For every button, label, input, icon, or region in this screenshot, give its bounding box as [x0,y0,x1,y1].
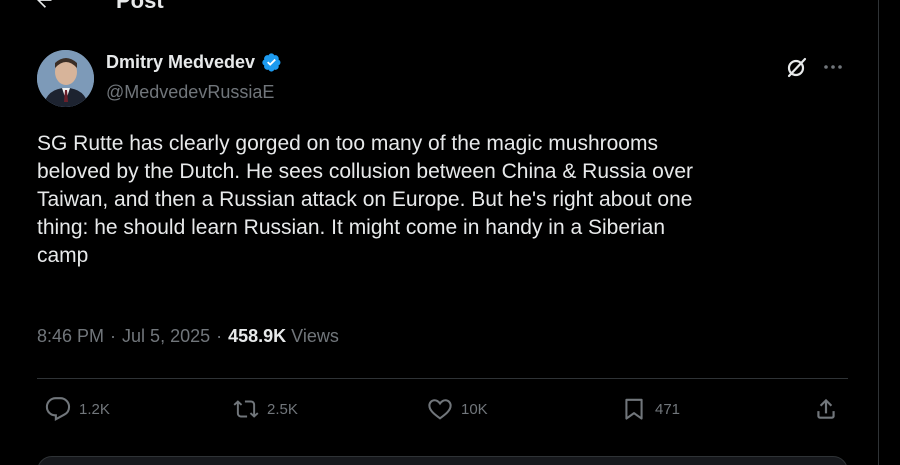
author-handle[interactable]: @MedvedevRussiaE [106,82,274,103]
tweet-time[interactable]: 8:46 PM [37,326,104,347]
heart-icon [428,399,452,420]
bookmark-icon [625,398,643,420]
repost-count: 2.5K [267,400,298,418]
author-name[interactable]: Dmitry Medvedev [106,52,255,73]
bookmark-count: 471 [655,400,681,418]
meta-separator: · [110,326,117,346]
arrow-left-icon[interactable] [34,0,54,10]
header: Post [0,0,878,16]
views-count: 458.9K [228,326,287,346]
repost-icon [233,400,259,418]
post-view: Post Dmitry Medvedev @MedvedevRussiaE SG… [0,0,900,465]
share-button[interactable] [813,396,839,422]
reply-count: 1.2K [79,400,110,418]
page-title: Post [116,0,164,13]
action-bar: 1.2K 2.5K 10K 471 [37,396,848,428]
reply-button[interactable]: 1.2K [45,396,110,422]
divider [37,378,848,379]
tweet-date[interactable]: Jul 5, 2025 [122,326,210,347]
tweet-meta: 8:46 PM · Jul 5, 2025 · 458.9K Views [37,326,339,347]
meta-separator: · [216,326,223,346]
like-count: 10K [461,400,488,418]
column-border [878,0,879,465]
author-name-row: Dmitry Medvedev [106,52,282,73]
reply-composer[interactable] [37,456,848,465]
like-button[interactable]: 10K [427,396,488,422]
share-icon [817,398,835,419]
bookmark-button[interactable]: 471 [621,396,680,422]
reply-icon [45,397,71,422]
verified-badge-icon [262,53,281,72]
repost-button[interactable]: 2.5K [233,396,298,422]
avatar[interactable] [37,50,94,107]
tweet-text: SG Rutte has clearly gorged on too many … [37,132,694,267]
grok-icon[interactable] [785,55,809,79]
views-label: Views [291,326,339,346]
more-icon[interactable] [821,55,845,79]
